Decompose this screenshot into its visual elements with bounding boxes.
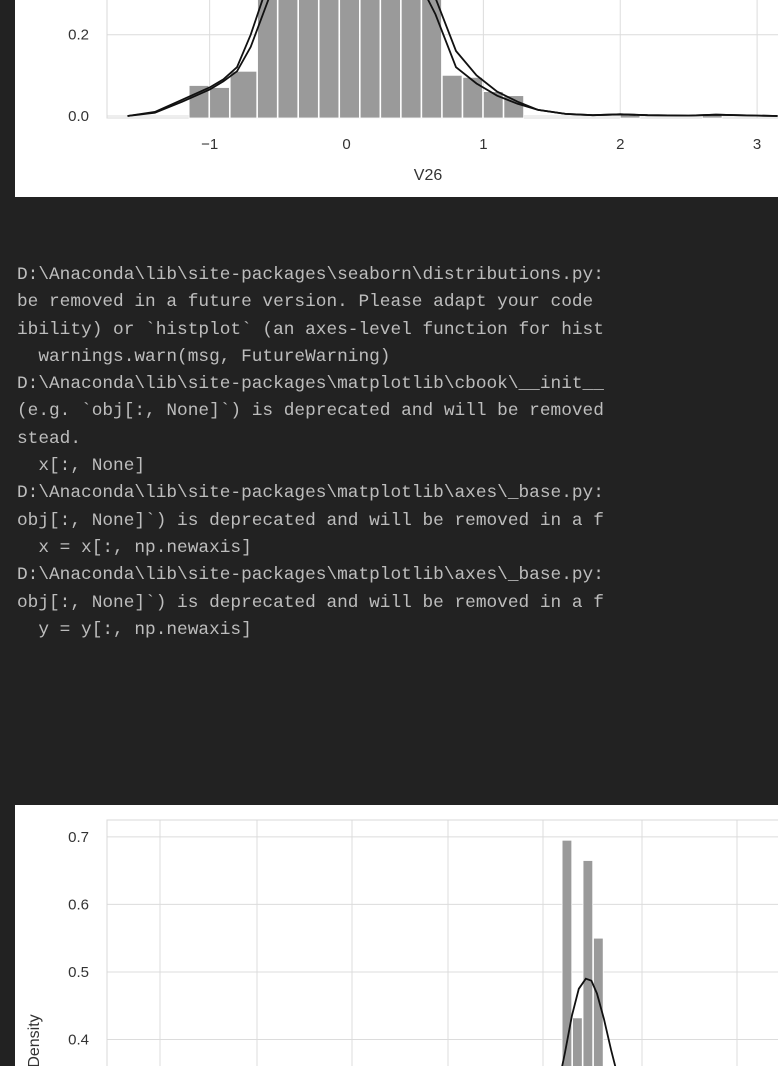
histogram-bar <box>421 0 442 119</box>
histogram-bar <box>593 937 604 1066</box>
histogram-bar <box>298 0 319 119</box>
histogram-bar <box>257 0 278 119</box>
stderr-line: obj[:, None]`) is deprecated and will be… <box>17 592 604 613</box>
histogram-bar <box>318 0 340 119</box>
histogram-bar <box>482 91 504 119</box>
stderr-line: ibility) or `histplot` (an axes-level fu… <box>17 319 604 340</box>
stderr-line: x[:, None] <box>17 456 146 477</box>
y-tick-label: 0.7 <box>68 829 89 846</box>
stderr-output: D:\Anaconda\lib\site-packages\seaborn\di… <box>0 262 778 644</box>
x-tick-label: 0 <box>342 136 350 153</box>
stderr-line: be removed in a future version. Please a… <box>17 292 594 313</box>
output-plot-v26: −1 0 1 2 3 0.0 0.2 V26 <box>15 0 778 197</box>
stderr-line: D:\Anaconda\lib\site-packages\matplotlib… <box>17 483 604 504</box>
v26-distplot: −1 0 1 2 3 0.0 0.2 V26 <box>68 0 778 184</box>
stderr-line: y = y[:, np.newaxis] <box>17 619 252 640</box>
x-tick-label: −1 <box>201 136 218 153</box>
y-tick-label: 0.0 <box>68 108 89 125</box>
stderr-line: D:\Anaconda\lib\site-packages\matplotlib… <box>17 374 604 395</box>
histogram-bar <box>339 0 360 119</box>
stderr-line: obj[:, None]`) is deprecated and will be… <box>17 510 604 531</box>
histogram-bar <box>277 0 299 119</box>
stderr-line: stead. <box>17 428 82 449</box>
x-tick-label: 1 <box>479 136 487 153</box>
density-distplot: 0.7 0.6 0.5 0.4 Density <box>26 819 778 1066</box>
histogram-bar <box>380 0 401 119</box>
stderr-line: warnings.warn(msg, FutureWarning) <box>17 346 391 367</box>
stderr-line: x = x[:, np.newaxis] <box>17 537 252 558</box>
histogram-bar <box>400 0 422 119</box>
y-tick-label: 0.4 <box>68 1031 89 1048</box>
histogram-bar <box>229 70 258 119</box>
y-tick-label: 0.2 <box>68 27 89 44</box>
output-plot-density: 0.7 0.6 0.5 0.4 Density <box>15 805 778 1066</box>
histogram-bar <box>572 1017 583 1066</box>
histogram-bar <box>209 87 230 119</box>
x-axis-label: V26 <box>414 167 443 184</box>
histogram-bar <box>561 839 573 1066</box>
histogram-bar <box>441 74 463 119</box>
histogram-bar <box>359 0 381 119</box>
y-tick-label: 0.6 <box>68 896 89 913</box>
histogram-bar <box>582 860 594 1066</box>
x-tick-label: 3 <box>753 136 761 153</box>
plot-frame <box>106 819 778 1066</box>
y-axis-label: Density <box>26 1014 43 1066</box>
x-tick-label: 2 <box>616 136 624 153</box>
stderr-line: (e.g. `obj[:, None]`) is deprecated and … <box>17 401 604 422</box>
stderr-line: D:\Anaconda\lib\site-packages\seaborn\di… <box>17 265 604 285</box>
stderr-line: D:\Anaconda\lib\site-packages\matplotlib… <box>17 565 604 586</box>
histogram-bar <box>462 76 483 119</box>
y-tick-label: 0.5 <box>68 964 89 981</box>
